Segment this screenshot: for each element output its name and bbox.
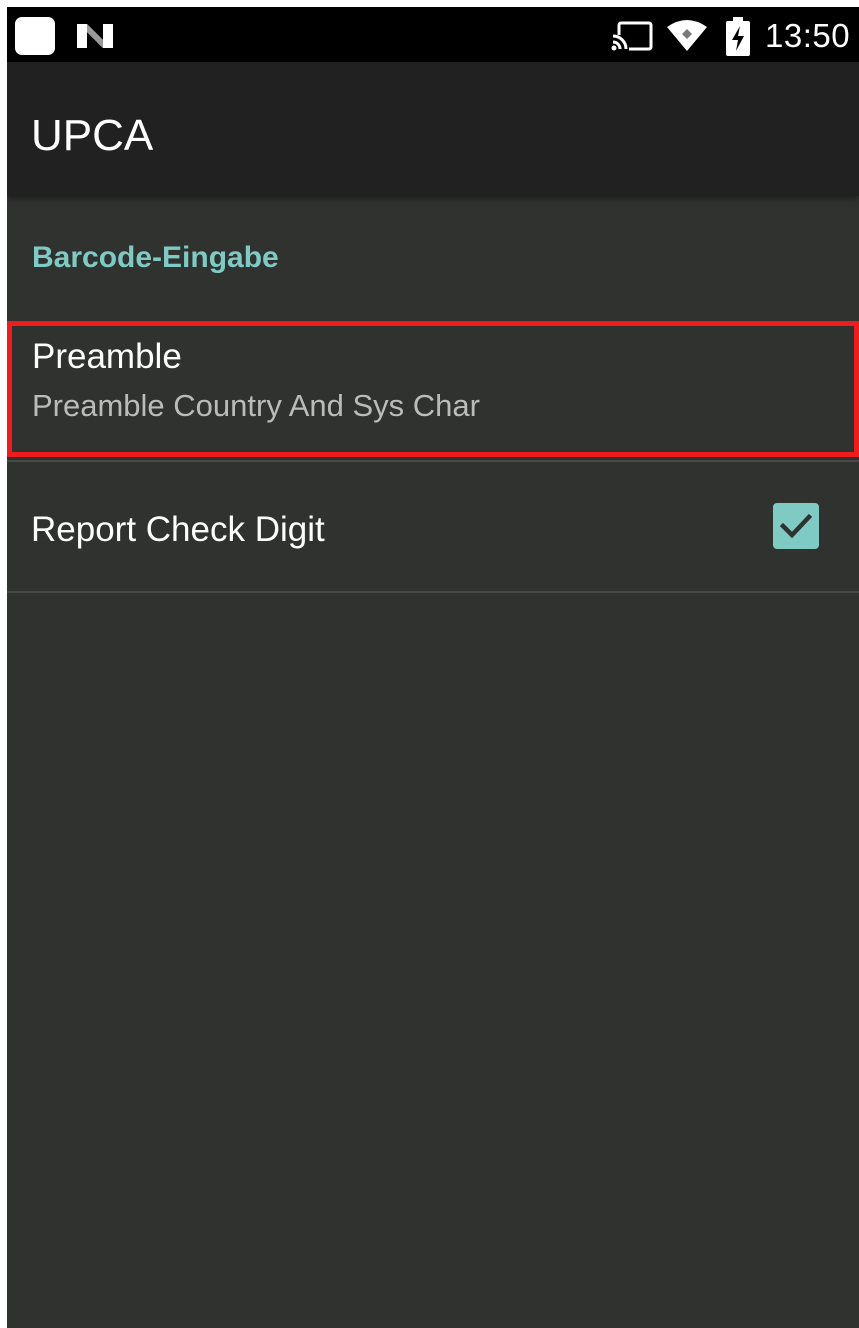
report-check-digit-checkbox[interactable] — [773, 503, 819, 549]
app-bar: UPCA — [7, 62, 859, 196]
app-notification-icon — [15, 17, 55, 55]
battery-charging-icon — [726, 17, 750, 56]
preference-title: Report Check Digit — [31, 510, 325, 549]
checkmark-icon — [779, 513, 813, 539]
preference-report-check-digit[interactable]: Report Check Digit — [7, 462, 859, 592]
status-time: 13:50 — [765, 17, 851, 54]
cast-icon — [611, 21, 653, 51]
preference-preamble[interactable]: Preamble Preamble Country And Sys Char — [7, 321, 859, 457]
n-icon — [77, 24, 113, 48]
page-title: UPCA — [31, 111, 154, 160]
category-header: Barcode-Eingabe — [32, 241, 279, 274]
divider — [7, 591, 859, 593]
status-bar: 13:50 — [7, 7, 859, 62]
preference-summary: Preamble Country And Sys Char — [32, 388, 480, 423]
preference-title: Preamble — [32, 337, 182, 376]
screen: 13:50 UPCA Barcode-Eingabe Preamble Prea… — [7, 7, 859, 1328]
wifi-icon — [667, 20, 707, 51]
